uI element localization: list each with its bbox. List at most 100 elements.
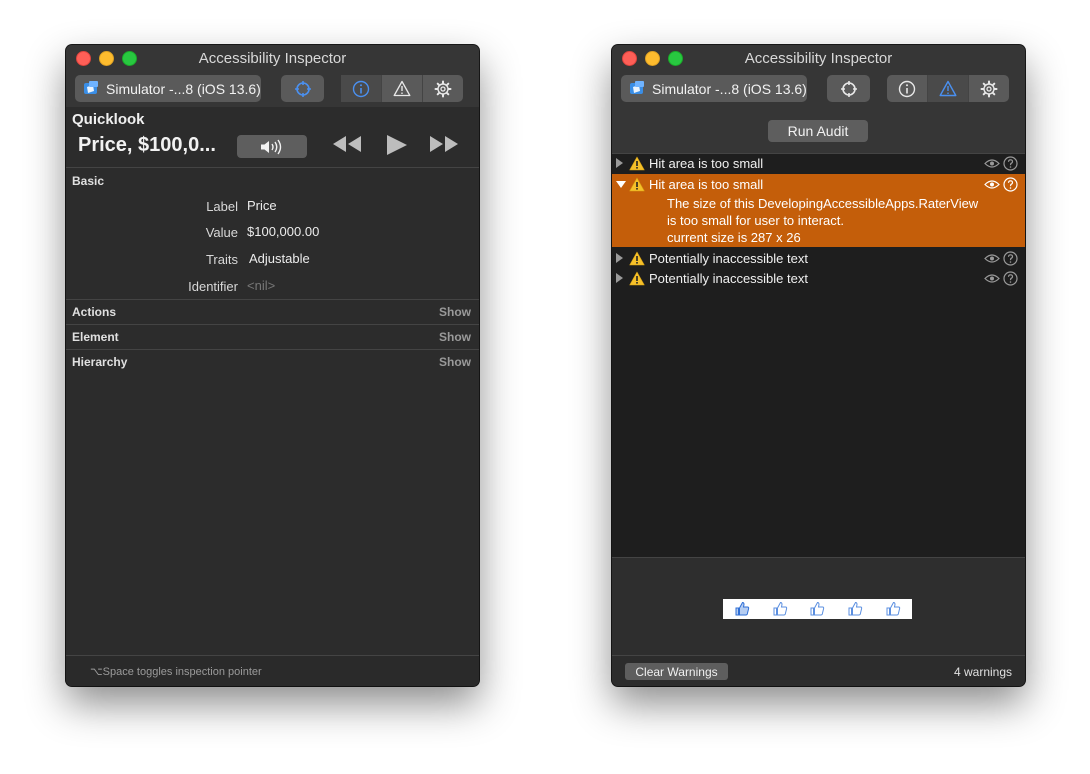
audit-item-title: Potentially inaccessible text <box>649 271 808 286</box>
settings-tab[interactable] <box>423 75 463 102</box>
thumbs-up-icon <box>772 601 788 617</box>
crosshair-icon <box>840 80 858 98</box>
help-icon[interactable] <box>1003 177 1018 192</box>
simulator-icon <box>629 81 645 96</box>
window-title: Accessibility Inspector <box>744 50 893 67</box>
rater-view-preview <box>723 599 912 619</box>
property-label: Identifier <box>188 279 238 294</box>
warning-icon <box>629 156 645 171</box>
target-selector-label: Simulator -...8 (iOS 13.6) <box>652 80 807 97</box>
show-hierarchy-button[interactable]: Show <box>439 355 471 369</box>
audit-item-title: Potentially inaccessible text <box>649 251 808 266</box>
speak-button[interactable] <box>237 135 307 158</box>
audit-results-list: Hit area is too small Hit area is too sm… <box>612 153 1025 558</box>
rewind-button[interactable] <box>332 134 362 154</box>
eye-icon[interactable] <box>984 251 1000 266</box>
actions-section-heading: Actions <box>72 305 117 319</box>
detail-line: The size of this DevelopingAccessibleApp… <box>667 196 979 211</box>
info-icon <box>898 80 916 98</box>
divider <box>66 167 479 168</box>
thumbs-up-icon <box>734 601 750 617</box>
audit-toolbar: Run Audit <box>612 107 1025 153</box>
mode-segmented-control <box>887 75 1009 102</box>
target-selector-button[interactable]: Simulator -...8 (iOS 13.6) <box>75 75 261 102</box>
inspection-pointer-button[interactable] <box>281 75 324 102</box>
hierarchy-section-heading: Hierarchy <box>72 355 128 369</box>
inspector-window: Accessibility Inspector Simulator -...8 … <box>66 45 479 686</box>
audit-item-title: Hit area is too small <box>649 156 764 171</box>
audit-item[interactable]: Potentially inaccessible text <box>612 249 1025 269</box>
footer-note: ⌥Space toggles inspection pointer <box>90 666 262 678</box>
property-value: <nil> <box>247 278 276 293</box>
status-footer: ⌥Space toggles inspection pointer <box>66 655 479 686</box>
audit-item[interactable]: Hit area is too small <box>612 154 1025 174</box>
audit-item[interactable]: Potentially inaccessible text <box>612 269 1025 289</box>
element-section-heading: Element <box>72 330 119 344</box>
target-selector-button[interactable]: Simulator -...8 (iOS 13.6) <box>621 75 807 102</box>
warning-icon <box>629 271 645 286</box>
eye-icon[interactable] <box>984 271 1000 286</box>
help-icon[interactable] <box>1003 251 1018 266</box>
gear-icon <box>980 80 998 98</box>
inspection-tab[interactable] <box>341 75 382 102</box>
warning-count: 4 warnings <box>953 665 1012 679</box>
audit-window: Accessibility Inspector Simulator -...8 … <box>612 45 1025 686</box>
property-value: $100,000.00 <box>247 224 320 239</box>
audit-tab[interactable] <box>928 75 969 102</box>
detail-line: current size is 287 x 26 <box>667 230 801 245</box>
divider <box>66 299 479 300</box>
audit-footer: Clear Warnings 4 warnings <box>612 655 1025 686</box>
warning-icon <box>629 177 645 192</box>
detail-line: is too small for user to interact. <box>667 213 845 228</box>
thumbs-up-icon <box>885 601 901 617</box>
mode-segmented-control <box>341 75 463 102</box>
thumbs-up-icon <box>809 601 825 617</box>
disclosure-triangle-icon[interactable] <box>616 253 623 263</box>
fast-forward-icon <box>429 134 459 154</box>
property-label: Traits <box>205 252 238 267</box>
settings-tab[interactable] <box>969 75 1009 102</box>
divider <box>66 324 479 325</box>
quicklook-value: Price, $100,0... <box>78 134 216 156</box>
run-audit-button[interactable]: Run Audit <box>768 120 868 142</box>
play-button[interactable] <box>385 134 409 156</box>
disclosure-triangle-icon[interactable] <box>616 273 623 283</box>
fast-forward-button[interactable] <box>429 134 459 154</box>
warning-icon <box>629 251 645 266</box>
gear-icon <box>434 80 452 98</box>
window-title: Accessibility Inspector <box>198 50 347 67</box>
target-selector-label: Simulator -...8 (iOS 13.6) <box>106 80 261 97</box>
quicklook-heading: Quicklook <box>72 111 145 128</box>
audit-item-detail: The size of this DevelopingAccessibleApp… <box>667 195 1012 246</box>
crosshair-icon <box>294 80 312 98</box>
property-label: Label <box>206 199 238 214</box>
inspection-pointer-button[interactable] <box>827 75 870 102</box>
simulator-icon <box>83 81 99 96</box>
help-icon[interactable] <box>1003 271 1018 286</box>
inspection-panel: Quicklook Price, $100,0... Basic Label P… <box>66 107 479 686</box>
speaker-icon <box>259 139 285 155</box>
disclosure-triangle-open-icon[interactable] <box>616 181 626 188</box>
play-icon <box>385 134 409 156</box>
audit-tab[interactable] <box>382 75 423 102</box>
rewind-icon <box>332 134 362 154</box>
info-icon <box>352 80 370 98</box>
property-value: Adjustable <box>249 251 310 266</box>
thumbs-up-icon <box>847 601 863 617</box>
show-actions-button[interactable]: Show <box>439 305 471 319</box>
inspection-tab[interactable] <box>887 75 928 102</box>
warning-icon <box>393 80 411 97</box>
property-value: Price <box>247 198 277 213</box>
divider <box>66 349 479 350</box>
disclosure-triangle-icon[interactable] <box>616 158 623 168</box>
element-preview <box>612 557 1025 656</box>
eye-icon[interactable] <box>984 177 1000 192</box>
audit-item-title: Hit area is too small <box>649 177 764 192</box>
eye-icon[interactable] <box>984 156 1000 171</box>
clear-warnings-button[interactable]: Clear Warnings <box>625 663 728 680</box>
show-element-button[interactable]: Show <box>439 330 471 344</box>
basic-section-heading: Basic <box>72 174 105 188</box>
property-label: Value <box>205 225 238 240</box>
help-icon[interactable] <box>1003 156 1018 171</box>
audit-item-selected[interactable]: Hit area is too small The size of this D… <box>612 174 1025 247</box>
